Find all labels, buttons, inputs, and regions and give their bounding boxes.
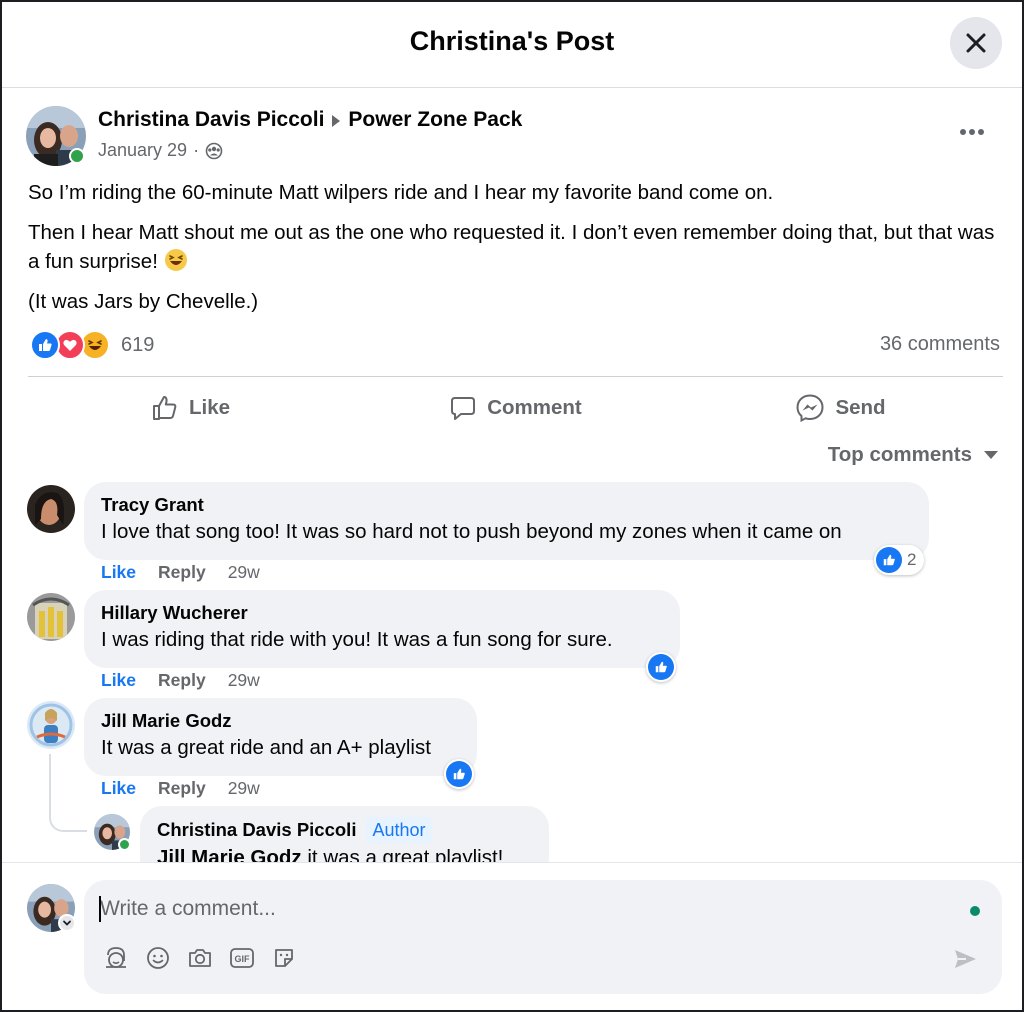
reaction-count: 619 (121, 333, 155, 356)
like-button[interactable]: Like (28, 380, 353, 436)
commenter-name[interactable]: Tracy Grant (101, 493, 912, 517)
author-badge: Author (366, 817, 432, 843)
comment-timestamp[interactable]: 29w (228, 778, 260, 799)
comment-like-link[interactable]: Like (101, 670, 136, 691)
comment-timestamp[interactable]: 29w (228, 670, 260, 691)
send-comment-button[interactable] (952, 946, 980, 974)
chevron-down-icon (63, 920, 71, 926)
comment-bubble: Hillary Wucherer I was riding that ride … (84, 590, 680, 668)
dot (978, 129, 984, 135)
like-button-label: Like (188, 396, 231, 419)
commenter-name[interactable]: Hillary Wucherer (101, 601, 663, 625)
meta-separator: · (193, 140, 200, 160)
group-audience-icon (205, 142, 223, 159)
gif-button[interactable]: GIF (228, 944, 256, 972)
photo-button[interactable] (186, 944, 214, 972)
online-status-dot (69, 148, 85, 164)
post-paragraph-with-emoji: Then I hear Matt shout me out as the one… (28, 218, 1008, 276)
comment-text: I love that song too! It was so hard not… (101, 520, 842, 543)
comment-reaction-count: 2 (907, 550, 917, 569)
post-meta: January 29 · (98, 140, 223, 161)
comment-actions: Like Reply 29w (101, 562, 260, 583)
comment-reaction-badge[interactable]: 2 (874, 545, 925, 575)
svg-text:GIF: GIF (235, 954, 251, 964)
comment-like-link[interactable]: Like (101, 562, 136, 583)
like-reaction-icon (648, 654, 674, 680)
commenter-name[interactable]: Jill Marie Godz (101, 709, 460, 733)
messenger-icon (796, 394, 824, 423)
close-icon (966, 33, 986, 53)
commenter-avatar[interactable] (27, 593, 75, 641)
comment-reaction-badge[interactable] (646, 652, 676, 682)
online-status-dot (118, 838, 131, 851)
comment-reply-link[interactable]: Reply (158, 562, 206, 583)
laughing-emoji-icon (164, 249, 187, 271)
reply-author-name[interactable]: Christina Davis Piccoli (157, 819, 356, 840)
post-date[interactable]: January 29 (98, 140, 187, 161)
post-dialog: Christina's Post Christina Davis Piccoli… (0, 0, 1024, 1012)
comment-text: It was a great ride and an A+ playlist (101, 736, 431, 759)
post-body: So I’m riding the 60-minute Matt wilpers… (28, 178, 1008, 327)
avatar-sticker-button[interactable] (102, 944, 130, 972)
close-button[interactable] (950, 17, 1002, 69)
comment-reply-link[interactable]: Reply (158, 778, 206, 799)
divider (28, 376, 1003, 377)
comment-sort-dropdown[interactable]: Top comments (828, 443, 998, 467)
send-button-label: Send (835, 396, 886, 419)
comment-actions: Like Reply 29w (101, 778, 260, 799)
comment-actions: Like Reply 29w (101, 670, 260, 691)
composer-toolbar: GIF (102, 944, 298, 972)
commenter-avatar[interactable] (27, 485, 75, 533)
reply-author-line: Christina Davis Piccoli Author (157, 817, 532, 843)
dot (969, 129, 975, 135)
comment-button-label: Comment (487, 396, 582, 419)
sticker-button[interactable] (270, 944, 298, 972)
send-button[interactable]: Send (678, 380, 1003, 436)
comment-reply-link[interactable]: Reply (158, 670, 206, 691)
comment-bubble: Jill Marie Godz It was a great ride and … (84, 698, 477, 776)
send-arrow-icon (955, 950, 976, 968)
text-cursor (99, 896, 101, 922)
commenter-avatar[interactable] (27, 701, 75, 749)
like-reaction-icon (446, 761, 472, 787)
post-paragraph: (It was Jars by Chevelle.) (28, 290, 259, 313)
dot (960, 129, 966, 135)
camera-icon (189, 949, 211, 967)
comment-timestamp[interactable]: 29w (228, 562, 260, 583)
thumbs-up-icon (152, 396, 177, 420)
comment-button[interactable]: Comment (353, 380, 678, 436)
caret-down-icon (984, 451, 998, 459)
grammar-check-dot (970, 906, 980, 916)
sticker-icon (275, 949, 293, 967)
emoji-button[interactable] (144, 944, 172, 972)
dialog-header: Christina's Post (2, 2, 1022, 88)
comments-count[interactable]: 36 comments (880, 333, 1000, 356)
post-author-name[interactable]: Christina Davis Piccoli (98, 108, 324, 132)
comment-input[interactable] (100, 894, 940, 924)
comment-composer: GIF (84, 880, 1002, 994)
comment-text: I was riding that ride with you! It was … (101, 628, 613, 651)
post-author-line: Christina Davis Piccoli Power Zone Pack (98, 108, 522, 132)
avatar-sticker-icon (106, 947, 126, 968)
comment-bubble-icon (451, 397, 476, 420)
post-paragraph: So I’m riding the 60-minute Matt wilpers… (28, 181, 774, 204)
comment-bubble: Tracy Grant I love that song too! It was… (84, 482, 929, 560)
comment-like-link[interactable]: Like (101, 778, 136, 799)
reply-thread-line (49, 754, 87, 832)
gif-icon: GIF (230, 948, 254, 968)
comment-reaction-badge[interactable] (444, 759, 474, 789)
arrow-right-icon (332, 115, 341, 127)
like-reaction-icon (876, 547, 902, 573)
profile-switcher-button[interactable] (58, 914, 76, 932)
smiley-icon (147, 947, 169, 969)
group-name[interactable]: Power Zone Pack (348, 108, 522, 132)
dialog-title: Christina's Post (409, 26, 615, 56)
like-reaction-icon (30, 330, 60, 360)
post-action-bar: Like Comment Send (28, 380, 1003, 436)
comment-sort-label: Top comments (827, 443, 972, 466)
reaction-summary[interactable]: 619 (30, 330, 154, 360)
more-options-button[interactable] (952, 120, 992, 144)
